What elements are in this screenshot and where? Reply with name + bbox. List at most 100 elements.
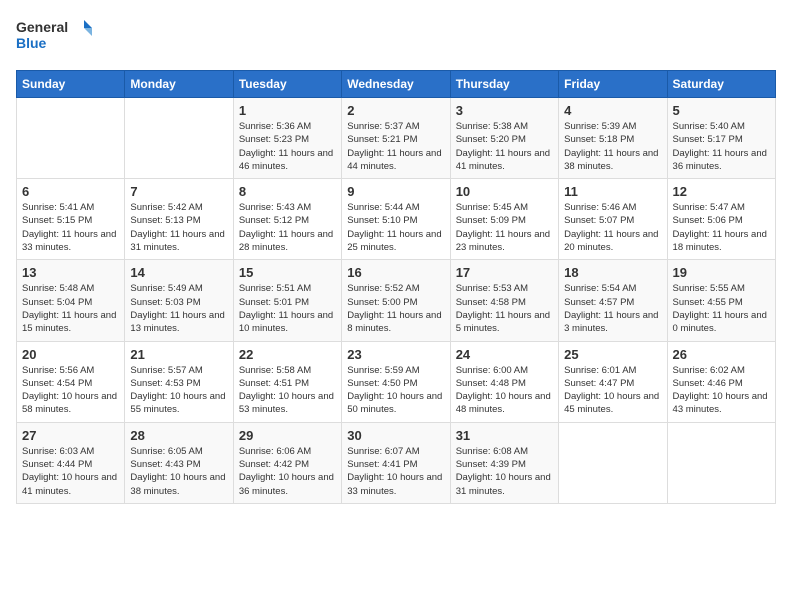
day-info: Sunrise: 5:43 AM Sunset: 5:12 PM Dayligh…: [239, 201, 336, 254]
logo-svg: General Blue: [16, 16, 96, 60]
day-info: Sunrise: 6:07 AM Sunset: 4:41 PM Dayligh…: [347, 445, 444, 498]
day-number: 17: [456, 265, 553, 280]
day-info: Sunrise: 5:55 AM Sunset: 4:55 PM Dayligh…: [673, 282, 770, 335]
day-info: Sunrise: 6:06 AM Sunset: 4:42 PM Dayligh…: [239, 445, 336, 498]
day-number: 29: [239, 428, 336, 443]
day-number: 1: [239, 103, 336, 118]
calendar-cell: 5 Sunrise: 5:40 AM Sunset: 5:17 PM Daylig…: [667, 98, 775, 179]
day-number: 31: [456, 428, 553, 443]
day-number: 3: [456, 103, 553, 118]
day-of-week-header: Thursday: [450, 71, 558, 98]
day-number: 18: [564, 265, 661, 280]
calendar-cell: 27Sunrise: 6:03 AM Sunset: 4:44 PM Dayli…: [17, 422, 125, 503]
day-info: Sunrise: 5:56 AM Sunset: 4:54 PM Dayligh…: [22, 364, 119, 417]
day-info: Sunrise: 5:44 AM Sunset: 5:10 PM Dayligh…: [347, 201, 444, 254]
day-number: 30: [347, 428, 444, 443]
day-number: 15: [239, 265, 336, 280]
day-info: Sunrise: 5:38 AM Sunset: 5:20 PM Dayligh…: [456, 120, 553, 173]
day-info: Sunrise: 5:36 AM Sunset: 5:23 PM Dayligh…: [239, 120, 336, 173]
calendar-week-row: 20Sunrise: 5:56 AM Sunset: 4:54 PM Dayli…: [17, 341, 776, 422]
calendar-cell: 8 Sunrise: 5:43 AM Sunset: 5:12 PM Daylig…: [233, 179, 341, 260]
day-info: Sunrise: 5:47 AM Sunset: 5:06 PM Dayligh…: [673, 201, 770, 254]
calendar-week-row: 13 Sunrise: 5:48 AM Sunset: 5:04 PM Dayli…: [17, 260, 776, 341]
calendar-cell: 29 Sunrise: 6:06 AM Sunset: 4:42 PM Dayli…: [233, 422, 341, 503]
day-number: 21: [130, 347, 227, 362]
day-info: Sunrise: 5:53 AM Sunset: 4:58 PM Dayligh…: [456, 282, 553, 335]
calendar-cell: 20Sunrise: 5:56 AM Sunset: 4:54 PM Dayli…: [17, 341, 125, 422]
day-number: 13: [22, 265, 119, 280]
svg-text:General: General: [16, 19, 68, 35]
calendar-cell: 3 Sunrise: 5:38 AM Sunset: 5:20 PM Daylig…: [450, 98, 558, 179]
calendar-cell: 2Sunrise: 5:37 AM Sunset: 5:21 PM Daylig…: [342, 98, 450, 179]
calendar-cell: 11 Sunrise: 5:46 AM Sunset: 5:07 PM Dayli…: [559, 179, 667, 260]
calendar-cell: 31Sunrise: 6:08 AM Sunset: 4:39 PM Dayli…: [450, 422, 558, 503]
day-number: 26: [673, 347, 770, 362]
day-number: 14: [130, 265, 227, 280]
calendar-cell: 9 Sunrise: 5:44 AM Sunset: 5:10 PM Daylig…: [342, 179, 450, 260]
calendar-table: SundayMondayTuesdayWednesdayThursdayFrid…: [16, 70, 776, 504]
svg-text:Blue: Blue: [16, 35, 47, 51]
day-number: 27: [22, 428, 119, 443]
calendar-cell: 13 Sunrise: 5:48 AM Sunset: 5:04 PM Dayli…: [17, 260, 125, 341]
day-number: 11: [564, 184, 661, 199]
calendar-cell: 28 Sunrise: 6:05 AM Sunset: 4:43 PM Dayli…: [125, 422, 233, 503]
day-info: Sunrise: 5:46 AM Sunset: 5:07 PM Dayligh…: [564, 201, 661, 254]
day-number: 9: [347, 184, 444, 199]
day-of-week-header: Monday: [125, 71, 233, 98]
day-number: 5: [673, 103, 770, 118]
day-of-week-header: Friday: [559, 71, 667, 98]
calendar-cell: 23 Sunrise: 5:59 AM Sunset: 4:50 PM Dayli…: [342, 341, 450, 422]
day-number: 6: [22, 184, 119, 199]
calendar-cell: [17, 98, 125, 179]
day-info: Sunrise: 5:45 AM Sunset: 5:09 PM Dayligh…: [456, 201, 553, 254]
calendar-cell: 17 Sunrise: 5:53 AM Sunset: 4:58 PM Dayli…: [450, 260, 558, 341]
day-number: 12: [673, 184, 770, 199]
day-info: Sunrise: 5:57 AM Sunset: 4:53 PM Dayligh…: [130, 364, 227, 417]
day-number: 4: [564, 103, 661, 118]
calendar-cell: 19Sunrise: 5:55 AM Sunset: 4:55 PM Dayli…: [667, 260, 775, 341]
calendar-cell: 15 Sunrise: 5:51 AM Sunset: 5:01 PM Dayli…: [233, 260, 341, 341]
day-info: Sunrise: 5:40 AM Sunset: 5:17 PM Dayligh…: [673, 120, 770, 173]
calendar-week-row: 1 Sunrise: 5:36 AM Sunset: 5:23 PM Daylig…: [17, 98, 776, 179]
day-info: Sunrise: 5:42 AM Sunset: 5:13 PM Dayligh…: [130, 201, 227, 254]
calendar-week-row: 6 Sunrise: 5:41 AM Sunset: 5:15 PM Daylig…: [17, 179, 776, 260]
day-info: Sunrise: 5:58 AM Sunset: 4:51 PM Dayligh…: [239, 364, 336, 417]
day-number: 8: [239, 184, 336, 199]
logo: General Blue: [16, 16, 96, 60]
day-of-week-header: Saturday: [667, 71, 775, 98]
calendar-cell: 16Sunrise: 5:52 AM Sunset: 5:00 PM Dayli…: [342, 260, 450, 341]
calendar-cell: 10 Sunrise: 5:45 AM Sunset: 5:09 PM Dayli…: [450, 179, 558, 260]
calendar-cell: [559, 422, 667, 503]
calendar-cell: 6 Sunrise: 5:41 AM Sunset: 5:15 PM Daylig…: [17, 179, 125, 260]
day-number: 28: [130, 428, 227, 443]
day-of-week-header: Wednesday: [342, 71, 450, 98]
day-info: Sunrise: 6:05 AM Sunset: 4:43 PM Dayligh…: [130, 445, 227, 498]
calendar-cell: 30 Sunrise: 6:07 AM Sunset: 4:41 PM Dayli…: [342, 422, 450, 503]
calendar-cell: 4 Sunrise: 5:39 AM Sunset: 5:18 PM Daylig…: [559, 98, 667, 179]
day-number: 10: [456, 184, 553, 199]
day-number: 25: [564, 347, 661, 362]
day-number: 2: [347, 103, 444, 118]
calendar-cell: 12 Sunrise: 5:47 AM Sunset: 5:06 PM Dayli…: [667, 179, 775, 260]
calendar-cell: [667, 422, 775, 503]
day-of-week-header: Sunday: [17, 71, 125, 98]
day-number: 22: [239, 347, 336, 362]
calendar-cell: 7Sunrise: 5:42 AM Sunset: 5:13 PM Daylig…: [125, 179, 233, 260]
calendar-header-row: SundayMondayTuesdayWednesdayThursdayFrid…: [17, 71, 776, 98]
calendar-cell: 26Sunrise: 6:02 AM Sunset: 4:46 PM Dayli…: [667, 341, 775, 422]
day-number: 16: [347, 265, 444, 280]
calendar-week-row: 27Sunrise: 6:03 AM Sunset: 4:44 PM Dayli…: [17, 422, 776, 503]
day-info: Sunrise: 5:54 AM Sunset: 4:57 PM Dayligh…: [564, 282, 661, 335]
day-number: 23: [347, 347, 444, 362]
day-of-week-header: Tuesday: [233, 71, 341, 98]
day-info: Sunrise: 5:39 AM Sunset: 5:18 PM Dayligh…: [564, 120, 661, 173]
calendar-cell: 25Sunrise: 6:01 AM Sunset: 4:47 PM Dayli…: [559, 341, 667, 422]
day-info: Sunrise: 5:49 AM Sunset: 5:03 PM Dayligh…: [130, 282, 227, 335]
day-number: 24: [456, 347, 553, 362]
day-info: Sunrise: 5:59 AM Sunset: 4:50 PM Dayligh…: [347, 364, 444, 417]
calendar-cell: 14 Sunrise: 5:49 AM Sunset: 5:03 PM Dayli…: [125, 260, 233, 341]
day-info: Sunrise: 5:41 AM Sunset: 5:15 PM Dayligh…: [22, 201, 119, 254]
calendar-cell: 1 Sunrise: 5:36 AM Sunset: 5:23 PM Daylig…: [233, 98, 341, 179]
day-info: Sunrise: 5:51 AM Sunset: 5:01 PM Dayligh…: [239, 282, 336, 335]
day-info: Sunrise: 5:48 AM Sunset: 5:04 PM Dayligh…: [22, 282, 119, 335]
